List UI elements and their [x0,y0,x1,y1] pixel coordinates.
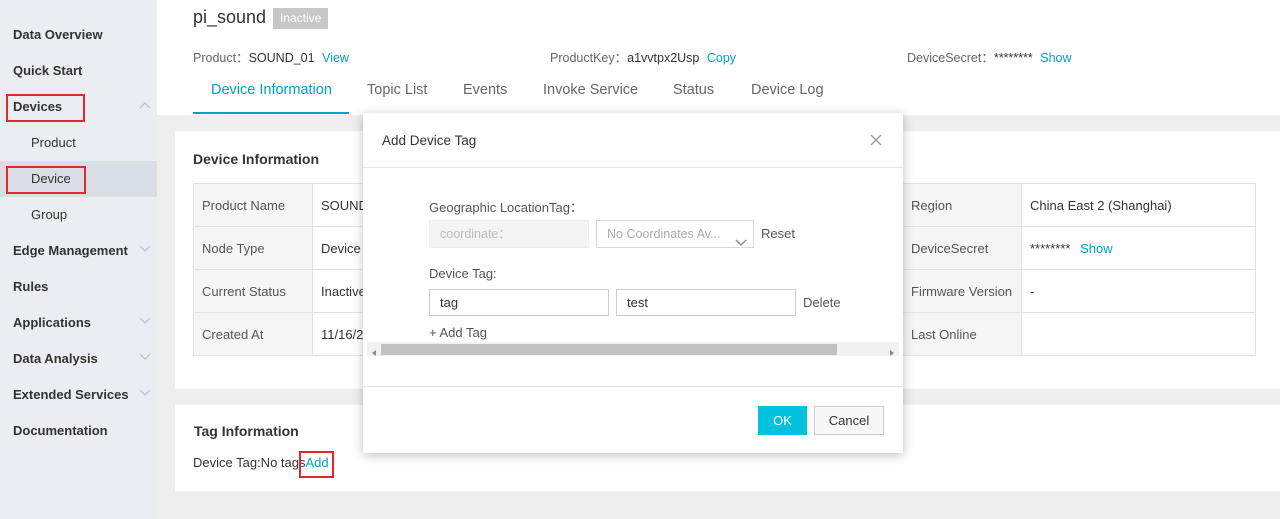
chevron-up-icon [139,101,151,111]
sidebar-item-extended-services[interactable]: Extended Services [0,377,157,413]
productkey-meta: ProductKey：a1vvtpx2Usp Copy [550,47,736,66]
table-key: Node Type [193,226,313,270]
devicesecret-meta: DeviceSecret：******** Show [907,47,1072,66]
close-icon[interactable] [869,133,883,147]
horizontal-scrollbar[interactable] [367,342,899,356]
tag-value-input[interactable]: test [616,289,796,316]
devicesecret-label: DeviceSecret： [907,51,994,65]
ok-button[interactable]: OK [758,406,807,435]
table-value: - [1021,269,1256,313]
coordinates-select[interactable]: No Coordinates Av... [596,220,754,248]
table-key: Product Name [193,183,313,227]
table-value [1021,312,1256,356]
sidebar-item-quick-start[interactable]: Quick Start [0,53,157,89]
sidebar-item-product[interactable]: Product [0,125,157,161]
chevron-down-icon [139,317,151,327]
add-tag-link-dialog[interactable]: + Add Tag [429,325,487,340]
productkey-value: a1vvtpx2Usp [627,51,700,65]
reset-link[interactable]: Reset [761,226,795,241]
show-devicesecret-link[interactable]: Show [1040,51,1071,65]
highlight-add [299,451,334,478]
coordinates-select-value: No Coordinates Av... [607,227,721,241]
tab-topic-list[interactable]: Topic List [367,82,427,98]
tab-device-log[interactable]: Device Log [751,82,824,98]
cancel-button[interactable]: Cancel [814,406,884,435]
device-name-title: pi_sound [193,7,267,27]
sidebar: Data Overview Quick Start Devices Produc… [0,0,157,519]
table-key: DeviceSecret [902,226,1022,270]
device-info-title: Device Information [193,151,320,167]
sidebar-item-label: Extended Services [13,387,129,402]
scrollbar-thumb[interactable] [381,344,837,355]
dialog-header-divider [363,167,903,168]
chevron-down-icon [139,245,151,255]
tab-events[interactable]: Events [463,82,507,98]
chevron-down-icon [139,353,151,363]
tab-invoke-service[interactable]: Invoke Service [543,82,638,98]
sidebar-item-rules[interactable]: Rules [0,269,157,305]
table-key: Firmware Version [902,269,1022,313]
active-tab-indicator [193,112,349,114]
dialog-footer-divider [363,386,903,387]
product-meta: Product：SOUND_01 View [193,47,349,66]
sidebar-item-label: Data Analysis [13,351,98,366]
sidebar-item-label: Edge Management [13,243,128,258]
table-value: China East 2 (Shanghai) [1021,183,1256,227]
sidebar-item-label: Applications [13,315,92,330]
geo-location-label: Geographic LocationTag： [429,200,583,215]
sidebar-item-documentation[interactable]: Documentation [0,413,157,449]
status-badge: Inactive [273,8,329,29]
table-value-cell: ******** Show [1021,226,1256,270]
sidebar-item-applications[interactable]: Applications [0,305,157,341]
table-key: Created At [193,312,313,356]
table-key: Last Online [902,312,1022,356]
dialog-title: Add Device Tag [382,133,477,148]
table-key: Current Status [193,269,313,313]
product-value: SOUND_01 [248,51,315,65]
show-secret-link[interactable]: Show [1080,241,1113,256]
highlight-device [6,166,86,194]
delete-tag-link[interactable]: Delete [803,295,841,310]
chevron-down-icon [735,230,747,256]
devicesecret-masked: ******** [1030,240,1071,256]
scroll-left-icon[interactable] [370,345,378,356]
tag-info-title: Tag Information [194,423,299,439]
tag-info-text: Device Tag:No tags [193,455,306,470]
device-tag-label: Device Tag: [429,266,497,281]
chevron-down-icon [139,389,151,399]
tab-status[interactable]: Status [673,82,714,98]
sidebar-item-edge-management[interactable]: Edge Management [0,233,157,269]
add-device-tag-dialog: Add Device Tag Geographic LocationTag： c… [363,113,903,453]
devicesecret-value: ******** [993,51,1033,65]
copy-productkey-link[interactable]: Copy [707,51,736,65]
table-key: Region [902,183,1022,227]
sidebar-item-data-overview[interactable]: Data Overview [0,17,157,53]
productkey-label: ProductKey： [550,51,628,65]
sidebar-item-data-analysis[interactable]: Data Analysis [0,341,157,377]
tag-key-input[interactable]: tag [429,289,609,316]
tab-device-information[interactable]: Device Information [211,82,332,98]
coordinate-input[interactable]: coordinate： [429,220,589,248]
scroll-right-icon[interactable] [888,345,896,356]
sidebar-item-group[interactable]: Group [0,197,157,233]
view-product-link[interactable]: View [322,51,349,65]
highlight-devices [6,94,85,122]
product-label: Product： [193,51,249,65]
